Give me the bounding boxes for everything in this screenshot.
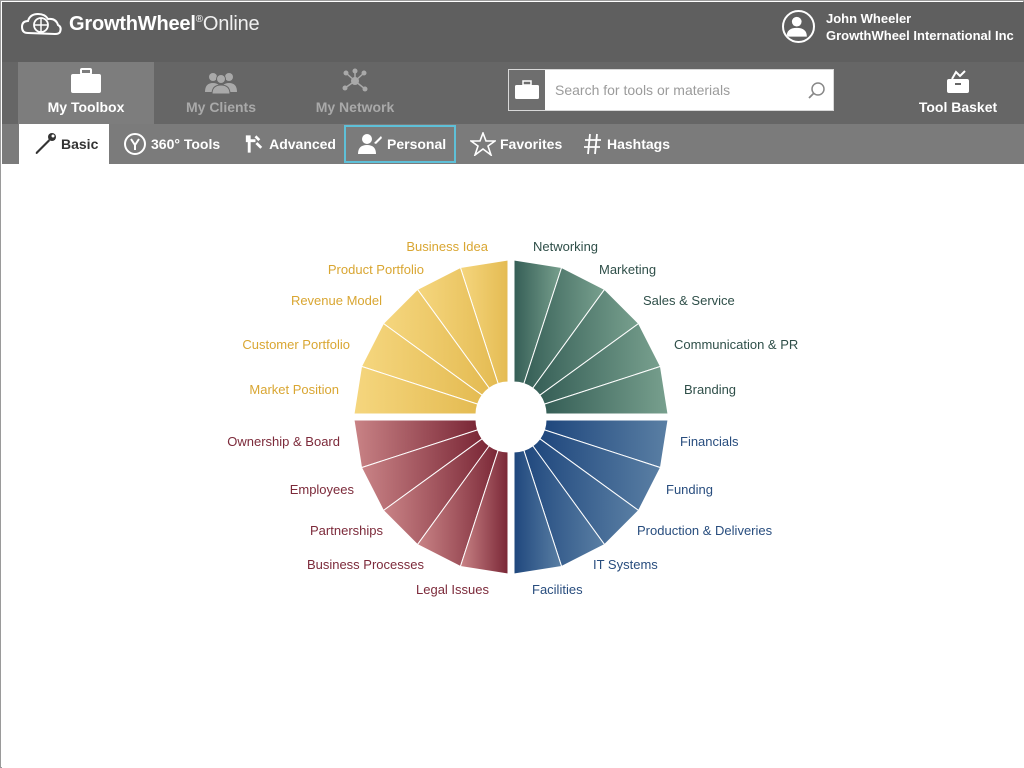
tab-favorites[interactable]: Favorites xyxy=(470,124,570,164)
wheel-segment-label[interactable]: Facilities xyxy=(532,582,583,597)
tab-360-tools[interactable]: 360° Tools xyxy=(121,124,227,164)
nav-my-network[interactable]: My Network xyxy=(288,62,422,124)
growthwheel-logo-icon xyxy=(20,12,62,36)
logo[interactable]: GrowthWheel®Online xyxy=(18,9,260,39)
wheel-segment-label[interactable]: Financials xyxy=(680,434,739,449)
wheel-segment-label[interactable]: Ownership & Board xyxy=(227,434,340,449)
user-name: John Wheeler xyxy=(826,11,912,26)
briefcase-icon xyxy=(509,70,545,110)
wrench-icon xyxy=(35,133,56,154)
wheel-segment-label[interactable]: Product Portfolio xyxy=(328,262,424,277)
wheel-segment-label[interactable]: Branding xyxy=(684,382,736,397)
tab-advanced[interactable]: Advanced xyxy=(242,124,336,164)
wheel-segment-label[interactable]: Legal Issues xyxy=(416,582,489,597)
star-icon xyxy=(470,132,496,156)
wheel-segment-label[interactable]: Partnerships xyxy=(310,523,383,538)
app-window: GrowthWheel®Online John Wheeler GrowthWh… xyxy=(0,0,1024,768)
user-account[interactable]: John Wheeler GrowthWheel International I… xyxy=(782,10,1014,44)
wheel-segment-label[interactable]: Customer Portfolio xyxy=(242,337,350,352)
tools-icon xyxy=(245,135,263,153)
top-bar: GrowthWheel®Online John Wheeler GrowthWh… xyxy=(2,2,1024,62)
wheel-segment-label[interactable]: Business Idea xyxy=(406,239,488,254)
growth-wheel: Business Idea Product Portfolio Revenue Mo… xyxy=(227,239,798,597)
wheel-quadrant-red xyxy=(353,419,509,575)
wheel-segment-label[interactable]: Market Position xyxy=(249,382,339,397)
tool-basket-button[interactable]: Tool Basket xyxy=(906,62,1010,124)
network-icon xyxy=(342,68,368,92)
wheel-segment-label[interactable]: Funding xyxy=(666,482,713,497)
wheel-quadrant-yellow xyxy=(353,259,509,415)
wheel-segment-label[interactable]: IT Systems xyxy=(593,557,658,572)
people-icon xyxy=(205,73,237,94)
nav-my-clients[interactable]: My Clients xyxy=(154,62,288,124)
wheel-segment-label[interactable]: Revenue Model xyxy=(291,293,382,308)
tab-bar: Basic 360° Tools Advanced Personal Favor… xyxy=(2,124,1024,164)
wheel-segment-label[interactable]: Marketing xyxy=(599,262,656,277)
wheel-segment-label[interactable]: Communication & PR xyxy=(674,337,798,352)
briefcase-icon xyxy=(71,68,101,93)
person-icon xyxy=(358,134,382,154)
search-icon[interactable] xyxy=(807,81,827,101)
tab-personal[interactable]: Personal xyxy=(343,124,457,164)
hash-icon xyxy=(584,133,601,155)
main-nav: My Toolbox My Clients My Network Search … xyxy=(2,62,1024,124)
nav-my-toolbox[interactable]: My Toolbox xyxy=(18,62,154,124)
main-content: Business Idea Product Portfolio Revenue Mo… xyxy=(2,164,1024,768)
user-company: GrowthWheel International Inc xyxy=(826,28,1014,43)
wheel-icon xyxy=(124,133,146,155)
wheel-segment-label[interactable]: Employees xyxy=(290,482,355,497)
tab-basic[interactable]: Basic xyxy=(19,124,109,164)
wheel-quadrant-blue xyxy=(513,419,669,575)
search-input[interactable] xyxy=(555,82,805,98)
tab-hashtags[interactable]: Hashtags xyxy=(583,124,683,164)
tool-basket-icon xyxy=(947,70,969,93)
wheel-segment-label[interactable]: Business Processes xyxy=(307,557,425,572)
avatar-icon xyxy=(782,10,815,43)
wheel-segment-label[interactable]: Networking xyxy=(533,239,598,254)
wheel-segment-label[interactable]: Production & Deliveries xyxy=(637,523,773,538)
logo-text: GrowthWheel®Online xyxy=(69,12,260,35)
search-bar xyxy=(508,69,834,111)
wheel-segment-label[interactable]: Sales & Service xyxy=(643,293,735,308)
wheel-quadrant-green xyxy=(513,259,669,415)
